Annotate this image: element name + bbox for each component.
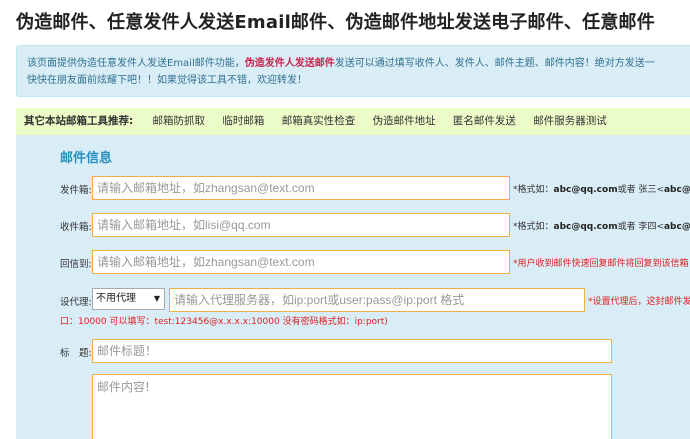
recipient-hint-example-2: abc@ <box>663 222 690 232</box>
proxy-note: 口：10000 可以填写：test:123456@x.x.x.x:10000 没… <box>60 317 388 327</box>
tools-recommend-bar: 其它本站邮箱工具推荐: 邮箱防抓取 临时邮箱 邮箱真实性检查 伪造邮件地址 匿名… <box>16 108 690 135</box>
sender-hint-mid: 或者 张三< <box>617 185 664 195</box>
tool-link-server-test[interactable]: 邮件服务器测试 <box>533 115 607 127</box>
recipient-hint-pre: *格式如： <box>513 222 554 232</box>
sender-hint-pre: *格式如： <box>513 185 554 195</box>
tools-title: 其它本站邮箱工具推荐: <box>24 115 134 127</box>
proxy-label: 设代理: <box>60 297 92 308</box>
subject-input[interactable]: 邮件标题！ <box>92 339 612 363</box>
recipient-hint: *格式如：abc@qq.com或者 李四<abc@ <box>513 219 690 232</box>
content-textarea[interactable]: 邮件内容! <box>92 374 612 439</box>
tool-link-anti-scrape[interactable]: 邮箱防抓取 <box>153 115 206 127</box>
tool-link-forge-address[interactable]: 伪造邮件地址 <box>373 115 436 127</box>
reply-to-hint: *用户收到邮件快速回复邮件将回复到该信箱 <box>513 259 689 269</box>
intro-notice: 该页面提供伪造任意发件人发送Email邮件功能，伪造发件人发送邮件发送可以通过填… <box>16 45 690 97</box>
tool-link-verify-email[interactable]: 邮箱真实性检查 <box>282 115 356 127</box>
sender-label: 发件箱: <box>60 185 92 196</box>
proxy-hint: *设置代理后，这封邮件发 <box>588 297 690 307</box>
reply-to-input[interactable]: 请输入邮箱地址，如zhangsan@text.com <box>92 250 510 274</box>
recipient-hint-mid: 或者 李四< <box>617 222 664 232</box>
intro-line-2: 快快在朋友面前炫耀下吧！！如果觉得该工具不错，欢迎转发！ <box>27 75 307 86</box>
sender-input[interactable]: 请输入邮箱地址，如zhangsan@text.com <box>92 176 510 200</box>
intro-line-1: 该页面提供伪造任意发件人发送Email邮件功能，伪造发件人发送邮件发送可以通过填… <box>27 55 690 72</box>
tool-link-temp-mailbox[interactable]: 临时邮箱 <box>222 115 264 127</box>
sender-hint-example: abc@qq.com <box>553 185 618 195</box>
page-title: 伪造邮件、任意发件人发送Email邮件、伪造邮件地址发送电子邮件、任意邮件 <box>16 12 655 33</box>
recipient-label: 收件箱: <box>60 222 92 233</box>
proxy-select-value: 不用代理 <box>96 293 136 304</box>
intro-text-pre: 该页面提供伪造任意发件人发送Email邮件功能， <box>27 58 245 69</box>
intro-text-bold: 伪造发件人发送邮件 <box>244 58 335 69</box>
intro-text-post: 发送可以通过填写收件人、发件人、邮件主题、邮件内容！绝对方发送一 <box>334 58 655 69</box>
sender-hint: *格式如：abc@qq.com或者 张三<abc@ <box>513 182 690 195</box>
tool-link-anonymous-mail[interactable]: 匿名邮件发送 <box>453 115 516 127</box>
chevron-down-icon: ▼ <box>153 294 160 303</box>
recipient-hint-example: abc@qq.com <box>553 222 618 232</box>
section-title: 邮件信息 <box>60 151 113 166</box>
proxy-server-input[interactable]: 请输入代理服务器，如ip:port或user:pass@ip:port 格式 <box>169 288 585 312</box>
reply-to-label: 回信到: <box>60 259 92 270</box>
subject-label: 标 题: <box>60 348 92 359</box>
recipient-input[interactable]: 请输入邮箱地址，如lisi@qq.com <box>92 213 510 237</box>
proxy-select[interactable]: 不用代理 ▼ <box>92 288 165 310</box>
sender-hint-example-2: abc@ <box>663 185 690 195</box>
mail-form-panel: 邮件信息 发件箱: 请输入邮箱地址，如zhangsan@text.com *格式… <box>16 135 690 439</box>
